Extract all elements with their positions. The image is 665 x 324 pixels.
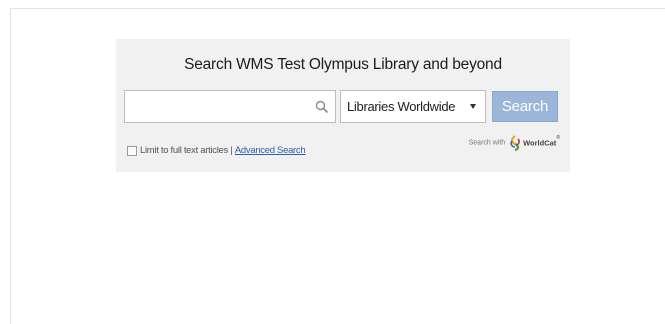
powered-by-label: Search with	[468, 139, 506, 147]
worldcat-logo[interactable]: WorldCat®	[509, 135, 560, 151]
search-box[interactable]	[124, 90, 336, 123]
search-widget: Search WMS Test Olympus Library and beyo…	[116, 39, 570, 172]
powered-by: Search with WorldCat®	[469, 135, 560, 153]
full-text-label: Limit to full text articles	[140, 145, 228, 156]
full-text-checkbox[interactable]	[127, 145, 137, 156]
scope-select[interactable]: Libraries Worldwide	[340, 90, 486, 123]
search-button[interactable]: Search	[492, 91, 558, 122]
limit-row: Limit to full text articles | Advanced S…	[127, 145, 306, 159]
search-input[interactable]	[125, 91, 313, 122]
widget-title: Search WMS Test Olympus Library and beyo…	[184, 56, 502, 73]
dropdown-arrow-icon	[470, 104, 476, 109]
worldcat-brand: WorldCat	[523, 138, 557, 148]
worldcat-logo-icon	[510, 135, 521, 151]
registered-mark: ®	[556, 135, 560, 141]
separator: |	[230, 145, 233, 156]
magnifier-icon	[315, 100, 329, 114]
scope-select-value: Libraries Worldwide	[347, 99, 456, 114]
advanced-search-link[interactable]: Advanced Search	[235, 145, 306, 156]
